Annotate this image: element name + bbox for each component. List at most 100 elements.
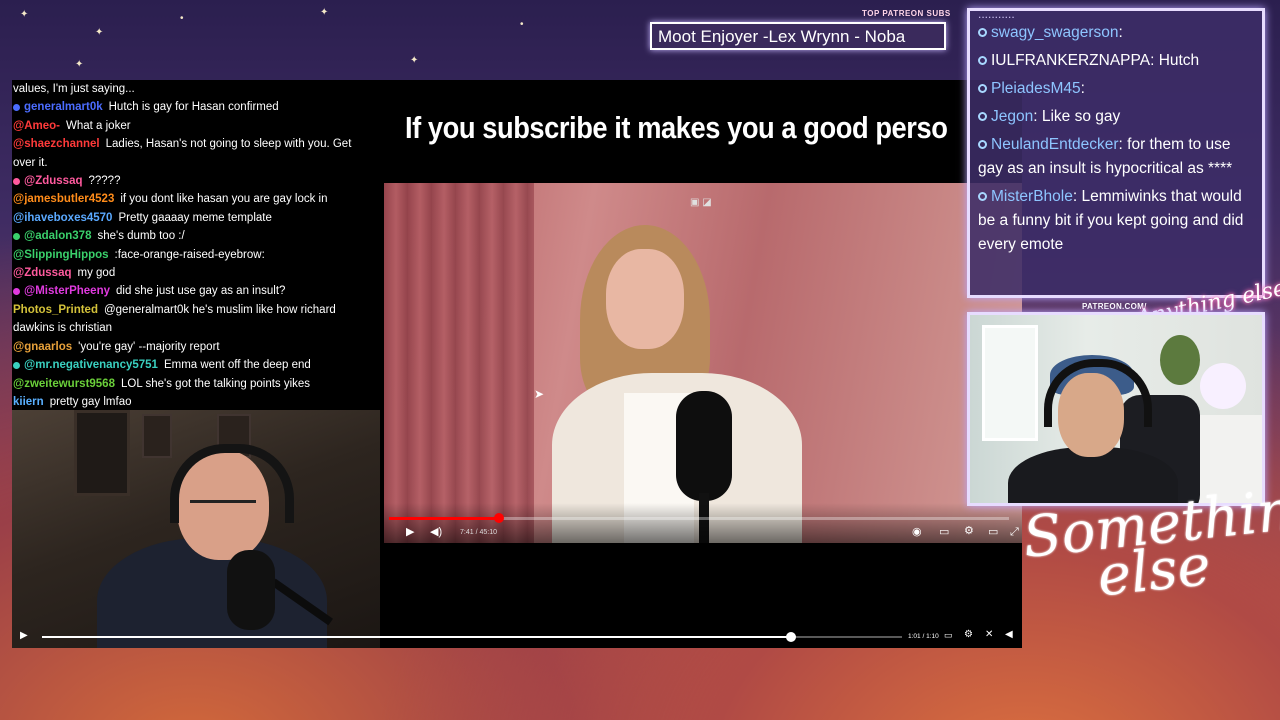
chat-text: :face-orange-raised-eyebrow: [114,248,265,261]
chat-username: @Zdussaq [13,267,72,280]
lamp [1200,363,1246,409]
player-progress-knob[interactable] [786,632,797,642]
embedded-progress-bar[interactable] [389,513,1009,523]
twitch-chat-message: Jegon: Like so gay [970,105,1262,133]
chat-text: she's dumb too :/ [97,230,185,243]
twitch-chat-messages: swagy_swagerson: IULFRANKERZNAPPA: Hutch… [970,21,1262,261]
chat-username: @Zdussaq [24,175,83,188]
chat-badge-icon [978,140,987,149]
captions-icon[interactable]: ▭ [939,527,949,538]
embedded-progress-knob[interactable] [493,513,504,523]
chat-badge-icon [13,103,20,111]
twitch-chat-message: swagy_swagerson: [970,21,1262,49]
player-progress-fill [42,636,792,638]
background-star: • [180,13,184,24]
stream-chat-message: @jamesbutler4523 if you dont like hasan y… [12,190,382,208]
chat-separator: : [1080,80,1085,97]
captions-icon[interactable]: ▭ [944,631,953,640]
chat-text: Hutch [1158,52,1200,69]
share-icon[interactable]: ✕ [985,630,993,640]
chat-text: my god [77,267,116,280]
twitch-chat-message: NeulandEntdecker: for them to use gay as… [970,133,1262,185]
autoplay-toggle-icon[interactable]: ◉ [912,527,922,538]
stream-chat-message: @adalon378 she's dumb too :/ [12,227,382,245]
chat-separator: : [1033,108,1042,125]
settings-icon[interactable]: ⚙ [964,630,973,640]
stream-chat-message: @Zdussaq my god [12,264,382,282]
chat-badge-icon [13,177,20,185]
chat-username: @MisterPheeny [24,285,110,298]
plant [1160,335,1200,385]
background-star: ✦ [410,55,419,66]
chat-username: @ihaveboxes4570 [13,211,113,224]
settings-icon[interactable]: ⚙ [964,526,974,537]
chat-username: MisterBhole [991,188,1073,205]
chat-separator: : [1118,24,1123,41]
theater-icon[interactable]: ▭ [988,527,998,538]
stream-chat-message: @Zdussaq????? [12,172,382,190]
chat-text: ????? [88,175,121,188]
wall-poster [74,410,130,496]
right-webcam [967,312,1265,506]
chat-text: LOL she's got the talking points yikes [120,377,311,390]
embedded-video[interactable]: ▣ ◪ ➤ [384,183,1022,543]
chat-username: swagy_swagerson [991,24,1119,41]
pip-icon[interactable]: ▣ ◪ [690,197,712,208]
chat-username: Jegon [991,108,1034,125]
chat-text: What a joker [66,119,131,132]
chat-username: @zweitewurst9568 [13,377,115,390]
top-subs-ticker: Moot Enjoyer -Lex Wrynn - Noba [650,22,946,50]
stream-chat-message: @zweitewurst9568 LOL she's got the talkin… [12,375,382,393]
chat-username: @gnaarlos [13,340,73,353]
chat-text: Like so gay [1041,108,1121,125]
twitch-chat-message: PleiadesM45: [970,77,1262,105]
chat-text: Pretty gaaaay meme template [118,211,272,224]
stream-chat-message: kiiern pretty gay lmfao [12,393,382,410]
left-webcam [12,410,380,648]
background-star: ✦ [20,9,29,20]
background-star: ✦ [75,59,84,70]
stream-chat-message: @SlippingHippos:face-orange-raised-eyebr… [12,246,382,264]
stream-chat-message: values, I'm just saying... [12,80,382,98]
chat-badge-icon [978,56,987,65]
volume-icon[interactable]: ◀ [1005,630,1013,640]
background-star: • [520,19,524,30]
stream-chat-message: Photos_Printed @generalmart0k he's muslim… [12,301,375,338]
chat-badge-icon [978,112,987,121]
stream-chat-message: @mr.negativenancy5751 Emma went off the d… [12,356,382,374]
chat-username: Photos_Printed [13,303,98,316]
chat-username: @adalon378 [24,230,92,243]
stream-chat-message: @ihaveboxes4570 Pretty gaaaay meme templa… [12,209,382,227]
chat-username: IULFRANKERZNAPPA [991,52,1151,69]
chat-badge-icon [13,232,20,240]
video-player[interactable]: values, I'm just saying... generalmart0k H… [12,80,1022,648]
player-progress-bar[interactable] [42,632,902,642]
stream-chat-message: @shaezchannel Ladies, Hasan's not going t… [12,135,375,172]
chat-text: Hutch is gay for Hasan confirmed [108,101,279,114]
video-caption: If you subscribe it makes you a good per… [405,110,948,145]
volume-icon[interactable]: ◀) [430,527,442,538]
fullscreen-icon[interactable]: ⤢ [1010,527,1019,538]
chat-text: 'you're gay' --majority report [78,340,220,353]
twitch-chat-message: IULFRANKERZNAPPA: Hutch [970,49,1262,77]
embedded-time: 7:41 / 45:10 [460,529,497,536]
chat-username: kiiern [13,395,44,408]
chat-badge-icon [13,361,20,369]
chat-username: @jamesbutler4523 [13,193,115,206]
play-icon[interactable]: ▶ [406,527,414,538]
guest-face [606,249,684,349]
chat-header: ........... [978,8,1015,21]
chat-username: NeulandEntdecker [991,136,1119,153]
embedded-progress-fill [389,517,499,520]
chat-username: @Ameo- [13,119,60,132]
chat-username: @mr.negativenancy5751 [24,359,158,372]
curtain [384,183,534,543]
chat-username: PleiadesM45 [991,80,1081,97]
background-star: ✦ [320,7,329,18]
play-icon[interactable]: ▶ [20,631,28,641]
headphones [170,444,294,523]
chat-badge-icon [13,287,20,295]
stream-chat-overlay: values, I'm just saying... generalmart0k H… [12,80,382,410]
chat-badge-icon [978,84,987,93]
mouse-cursor-icon: ➤ [534,387,545,401]
